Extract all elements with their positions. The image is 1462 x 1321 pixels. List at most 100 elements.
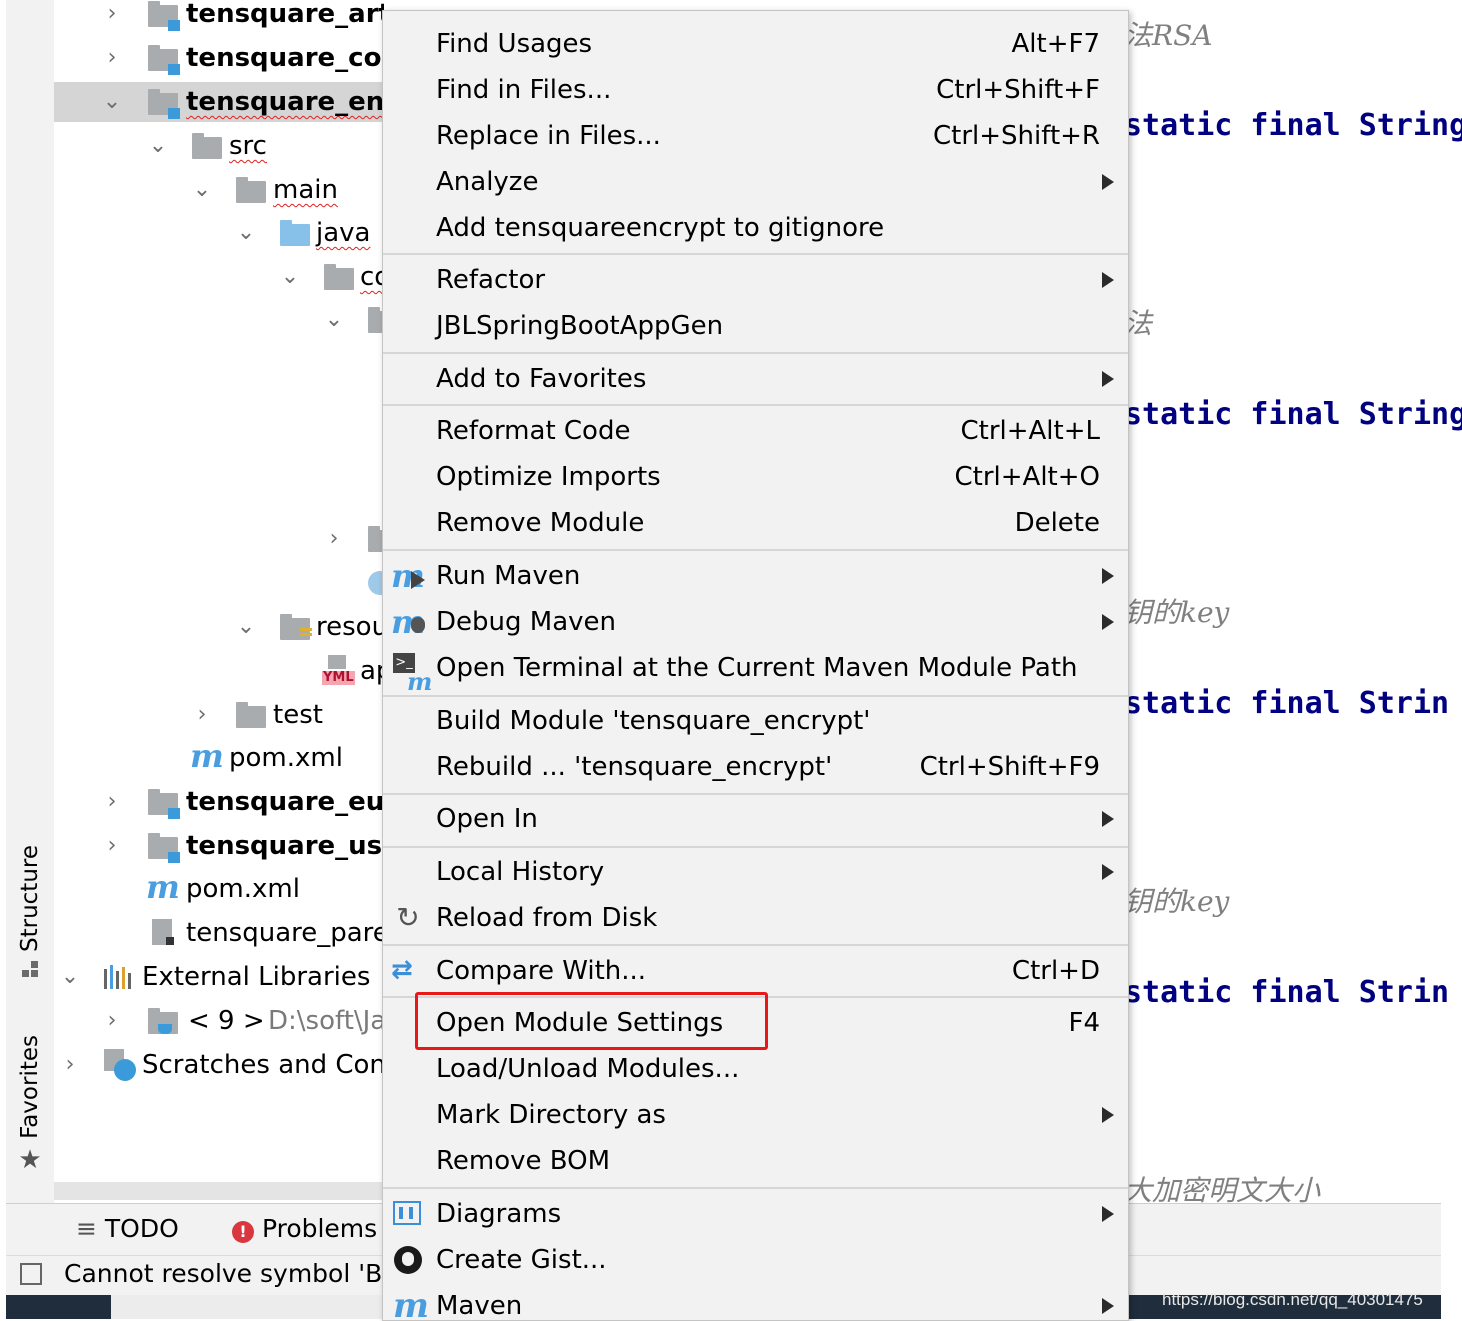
code-line: static final String bbox=[1124, 108, 1462, 143]
submenu-arrow-icon bbox=[1102, 614, 1114, 630]
editor-area[interactable]: 法RSA static final String 法 static final … bbox=[1120, 0, 1462, 1203]
star-icon: ★ bbox=[18, 1144, 42, 1175]
yml-file-icon: YML bbox=[322, 655, 355, 687]
tree-label: tensquare_user bbox=[186, 831, 384, 861]
tree-row[interactable]: › tensquare_user bbox=[54, 826, 384, 866]
tree-row[interactable]: m pom.xml bbox=[54, 737, 384, 778]
chevron-right-icon: › bbox=[107, 1, 117, 26]
menu-item-diagrams[interactable]: Diagrams bbox=[383, 1191, 1128, 1237]
module-folder-icon bbox=[148, 45, 180, 75]
tree-row[interactable] bbox=[54, 563, 384, 603]
status-toggle-icon[interactable] bbox=[20, 1263, 42, 1285]
chevron-down-icon: ⌄ bbox=[148, 133, 168, 158]
maven-icon: m bbox=[190, 737, 224, 775]
module-folder-icon bbox=[148, 789, 180, 819]
menu-item-shortcut: Alt+F7 bbox=[1011, 29, 1101, 59]
tree-row[interactable]: ⌄ resou bbox=[54, 607, 384, 647]
tree-row[interactable]: ⌄ bbox=[54, 300, 384, 340]
menu-separator bbox=[383, 695, 1128, 697]
menu-item-maven[interactable]: m Maven bbox=[383, 1283, 1128, 1320]
tree-label: tensquare_encr bbox=[186, 87, 384, 117]
menu-item-reload-from-disk[interactable]: ↻ Reload from Disk bbox=[383, 895, 1128, 941]
menu-item-shortcut: Ctrl+Shift+F9 bbox=[919, 752, 1100, 782]
menu-item-jblspringbootappgen[interactable]: JBLSpringBootAppGen bbox=[383, 303, 1128, 349]
tree-row[interactable]: › < 9 > D:\soft\Ja bbox=[54, 1001, 384, 1041]
submenu-arrow-icon bbox=[1102, 811, 1114, 827]
menu-item-shortcut: Ctrl+D bbox=[1011, 956, 1100, 986]
favorites-tab[interactable]: Favorites ★ bbox=[6, 1035, 54, 1175]
problems-tab[interactable]: ! Problems bbox=[232, 1214, 377, 1243]
tree-row[interactable]: › test bbox=[54, 695, 384, 735]
chevron-down-icon: ⌄ bbox=[280, 264, 300, 289]
menu-item-remove-bom[interactable]: Remove BOM bbox=[383, 1138, 1128, 1184]
menu-item-add-to-gitignore[interactable]: Add tensquareencrypt to gitignore bbox=[383, 205, 1128, 251]
menu-item-shortcut: F4 bbox=[1068, 1008, 1101, 1038]
menu-item-analyze[interactable]: Analyze bbox=[383, 159, 1128, 205]
horizontal-scrollbar[interactable] bbox=[54, 1182, 384, 1200]
tree-label: pom.xml bbox=[229, 743, 343, 773]
menu-item-label: Build Module 'tensquare_encrypt' bbox=[436, 706, 871, 736]
folder-icon bbox=[192, 133, 222, 159]
tree-row[interactable]: › tensquare_com bbox=[54, 38, 384, 78]
tree-row[interactable]: YML ap bbox=[54, 651, 384, 691]
menu-item-open-terminal[interactable]: >_ m Open Terminal at the Current Maven M… bbox=[383, 645, 1128, 696]
menu-item-compare-with[interactable]: ⇄ Compare With... Ctrl+D bbox=[383, 948, 1128, 994]
menu-item-local-history[interactable]: Local History bbox=[383, 849, 1128, 895]
tree-row[interactable]: › bbox=[54, 519, 384, 559]
menu-item-build-module[interactable]: Build Module 'tensquare_encrypt' bbox=[383, 698, 1128, 744]
tree-row[interactable]: tensquare_pare bbox=[54, 913, 384, 953]
menu-item-label: Debug Maven bbox=[436, 607, 616, 637]
menu-item-optimize-imports[interactable]: Optimize Imports Ctrl+Alt+O bbox=[383, 454, 1128, 500]
module-folder-icon bbox=[148, 89, 180, 119]
diagram-icon bbox=[391, 1197, 425, 1231]
menu-item-find-usages[interactable]: Find Usages Alt+F7 bbox=[383, 21, 1128, 67]
menu-item-reformat-code[interactable]: Reformat Code Ctrl+Alt+L bbox=[383, 408, 1128, 454]
tree-label: resou bbox=[316, 612, 384, 642]
tree-row[interactable]: m pom.xml bbox=[54, 868, 384, 909]
tree-row[interactable]: › Scratches and Cons bbox=[54, 1045, 384, 1085]
menu-item-replace-in-files[interactable]: Replace in Files... Ctrl+Shift+R bbox=[383, 113, 1128, 159]
menu-item-label: Load/Unload Modules... bbox=[436, 1054, 740, 1084]
tree-label: External Libraries bbox=[142, 962, 371, 992]
project-tree: › tensquare_artic › tensquare_com ⌄ tens… bbox=[54, 0, 384, 1203]
folder-icon bbox=[236, 177, 266, 203]
menu-item-refactor[interactable]: Refactor bbox=[383, 257, 1128, 303]
menu-item-open-in[interactable]: Open In bbox=[383, 796, 1128, 842]
tree-row[interactable]: ⌄ java bbox=[54, 213, 384, 253]
menu-item-label: Mark Directory as bbox=[436, 1100, 666, 1130]
tree-row[interactable]: ⌄ main bbox=[54, 170, 384, 210]
module-folder-icon bbox=[148, 1, 180, 31]
menu-item-remove-module[interactable]: Remove Module Delete bbox=[383, 500, 1128, 546]
menu-item-add-to-favorites[interactable]: Add to Favorites bbox=[383, 356, 1128, 402]
todo-tab[interactable]: ≡ TODO bbox=[76, 1214, 179, 1243]
tree-row[interactable]: ⌄ co bbox=[54, 257, 384, 297]
menu-separator bbox=[383, 793, 1128, 795]
structure-tab[interactable]: Structure bbox=[6, 845, 54, 980]
tree-row[interactable]: ⌄ src bbox=[54, 126, 384, 166]
menu-item-load-unload-modules[interactable]: Load/Unload Modules... bbox=[383, 1046, 1128, 1092]
menu-item-rebuild[interactable]: Rebuild ... 'tensquare_encrypt' Ctrl+Shif… bbox=[383, 744, 1128, 790]
code-comment: 大加密明文大小 bbox=[1124, 1174, 1321, 1203]
tree-label: Scratches and Cons bbox=[142, 1050, 384, 1080]
tree-label: tensquare_pare bbox=[186, 918, 384, 948]
tree-row[interactable]: › tensquare_artic bbox=[54, 0, 384, 34]
menu-item-run-maven[interactable]: m Run Maven bbox=[383, 553, 1128, 599]
menu-item-label: Remove Module bbox=[436, 508, 645, 538]
tree-label: tensquare_com bbox=[186, 43, 384, 73]
menu-item-debug-maven[interactable]: m Debug Maven bbox=[383, 599, 1128, 645]
tree-label: test bbox=[273, 700, 323, 730]
menu-item-label: Reformat Code bbox=[436, 416, 631, 446]
menu-item-mark-directory-as[interactable]: Mark Directory as bbox=[383, 1092, 1128, 1138]
error-icon: ! bbox=[232, 1221, 254, 1243]
menu-item-label: Find Usages bbox=[436, 29, 593, 59]
tree-row[interactable]: ⌄ External Libraries bbox=[54, 957, 384, 997]
menu-separator bbox=[383, 253, 1128, 255]
menu-item-label: JBLSpringBootAppGen bbox=[436, 311, 724, 341]
jdk-folder-icon bbox=[148, 1008, 178, 1034]
tree-row-selected[interactable]: ⌄ tensquare_encr bbox=[54, 82, 384, 122]
menu-item-create-gist[interactable]: Create Gist... bbox=[383, 1237, 1128, 1283]
menu-item-label: Open In bbox=[436, 804, 538, 834]
menu-item-find-in-files[interactable]: Find in Files... Ctrl+Shift+F bbox=[383, 67, 1128, 113]
watermark-text: https://blog.csdn.net/qq_40301475 bbox=[1162, 1290, 1423, 1309]
tree-row[interactable]: › tensquare_eure bbox=[54, 782, 384, 822]
